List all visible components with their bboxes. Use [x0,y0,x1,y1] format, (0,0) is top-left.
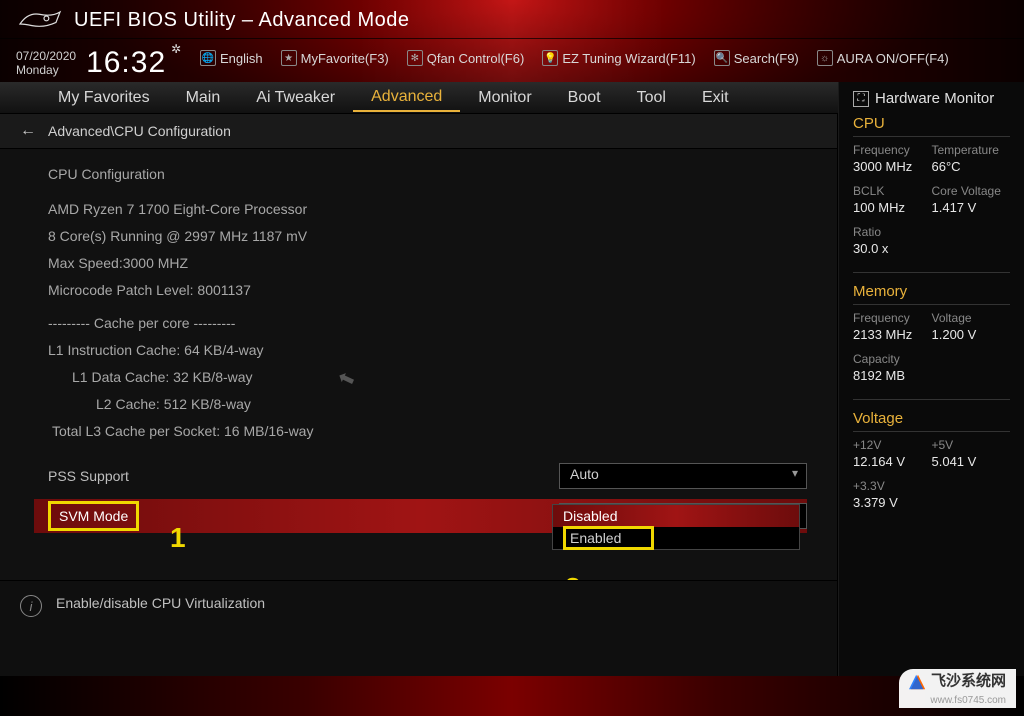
ratio-value: 30.0 x [853,241,932,256]
mem-volt-label: Voltage [932,311,1011,325]
tab-main[interactable]: Main [168,85,239,111]
cpu-microcode: Microcode Patch Level: 8001137 [48,277,807,304]
bclk-label: BCLK [853,184,932,198]
help-text: Enable/disable CPU Virtualization [56,595,265,611]
tab-tool[interactable]: Tool [619,85,684,111]
section-heading: CPU Configuration [48,161,807,188]
mem-freq-label: Frequency [853,311,932,325]
svm-enabled-highlight: Enabled [563,526,654,550]
svm-dropdown-list[interactable]: Disabled Enabled [552,504,800,550]
svm-option-disabled[interactable]: Disabled [553,505,799,527]
section-memory: Memory [853,283,1010,305]
v5-label: +5V [932,438,1011,452]
hardware-monitor-panel: ⛶ Hardware Monitor CPU Frequency 3000 MHz… [838,82,1024,676]
v12-label: +12V [853,438,932,452]
back-icon[interactable]: ← [20,122,36,140]
rog-logo-icon [16,6,64,34]
qfan-button[interactable]: ✻Qfan Control(F6) [407,50,525,66]
star-icon: ★ [281,50,297,66]
quick-toolbar: 🌐English ★MyFavorite(F3) ✻Qfan Control(F… [200,50,1008,66]
breadcrumb: ← Advanced\CPU Configuration [0,114,837,149]
v33-value: 3.379 V [853,495,932,510]
info-icon: i [20,595,42,617]
search-button[interactable]: 🔍Search(F9) [714,50,799,66]
monitor-icon: ⛶ [853,91,869,107]
corevolt-label: Core Voltage [932,184,1011,198]
cache-header: --------- Cache per core --------- [48,310,807,337]
hwmon-title: Hardware Monitor [875,90,994,107]
l1i-cache: L1 Instruction Cache: 64 KB/4-way [48,337,807,364]
myfavorite-button[interactable]: ★MyFavorite(F3) [281,50,389,66]
watermark: 飞沙系统网www.fs0745.com [899,669,1016,708]
breadcrumb-text: Advanced\CPU Configuration [48,123,231,139]
logo-block: UEFI BIOS Utility – Advanced Mode [16,6,410,34]
l1d-cache: L1 Data Cache: 32 KB/8-way [48,364,807,391]
mem-cap-label: Capacity [853,352,932,366]
datetime-block: 07/20/2020 Monday 16:32 ✲ [16,46,166,80]
section-voltage: Voltage [853,410,1010,432]
cpu-temp-label: Temperature [932,143,1011,157]
tab-monitor[interactable]: Monitor [460,85,549,111]
l2-cache: L2 Cache: 512 KB/8-way [48,391,807,418]
setting-pss[interactable]: PSS Support Auto [48,459,807,493]
tab-boot[interactable]: Boot [550,85,619,111]
search-icon: 🔍 [714,50,730,66]
l3-cache: Total L3 Cache per Socket: 16 MB/16-way [48,418,807,445]
cpu-temp-value: 66°C [932,159,1011,174]
svm-label: SVM Mode [48,508,559,524]
cpu-freq-value: 3000 MHz [853,159,932,174]
bios-title: UEFI BIOS Utility – Advanced Mode [74,9,410,32]
bulb-icon: 💡 [542,50,558,66]
content-area: CPU Configuration AMD Ryzen 7 1700 Eight… [0,149,837,545]
time-text[interactable]: 16:32 ✲ [86,46,166,80]
date-text: 07/20/2020 [16,49,76,63]
fan-icon: ✻ [407,50,423,66]
annotation-1: 1 [170,522,186,554]
bclk-value: 100 MHz [853,200,932,215]
footer-band [0,676,1024,716]
svm-option-enabled[interactable]: Enabled [553,527,799,549]
cpu-cores-line: 8 Core(s) Running @ 2997 MHz 1187 mV [48,223,807,250]
hwmon-title-row: ⛶ Hardware Monitor [853,90,1010,107]
section-cpu: CPU [853,115,1010,137]
aura-button[interactable]: ☼AURA ON/OFF(F4) [817,50,949,66]
mem-volt-value: 1.200 V [932,327,1011,342]
tab-aitweaker[interactable]: Ai Tweaker [238,85,353,111]
pss-label: PSS Support [48,468,559,484]
watermark-icon [909,673,927,691]
weekday-text: Monday [16,63,76,77]
cpu-maxspeed: Max Speed:3000 MHZ [48,250,807,277]
language-button[interactable]: 🌐English [200,50,263,66]
v12-value: 12.164 V [853,454,932,469]
ratio-label: Ratio [853,225,932,239]
help-bar: i Enable/disable CPU Virtualization [0,580,837,676]
mem-freq-value: 2133 MHz [853,327,932,342]
v33-label: +3.3V [853,479,932,493]
cpu-model: AMD Ryzen 7 1700 Eight-Core Processor [48,196,807,223]
tab-advanced[interactable]: Advanced [353,84,460,112]
mem-cap-value: 8192 MB [853,368,932,383]
aura-icon: ☼ [817,50,833,66]
globe-icon: 🌐 [200,50,216,66]
gear-icon[interactable]: ✲ [171,42,182,56]
cpu-freq-label: Frequency [853,143,932,157]
pss-dropdown[interactable]: Auto [559,463,807,489]
tab-myfavorites[interactable]: My Favorites [40,85,168,111]
eztuning-button[interactable]: 💡EZ Tuning Wizard(F11) [542,50,695,66]
v5-value: 5.041 V [932,454,1011,469]
header-band: UEFI BIOS Utility – Advanced Mode 07/20/… [0,0,1024,82]
svm-label-highlight: SVM Mode [48,501,139,531]
corevolt-value: 1.417 V [932,200,1011,215]
tab-exit[interactable]: Exit [684,85,747,111]
